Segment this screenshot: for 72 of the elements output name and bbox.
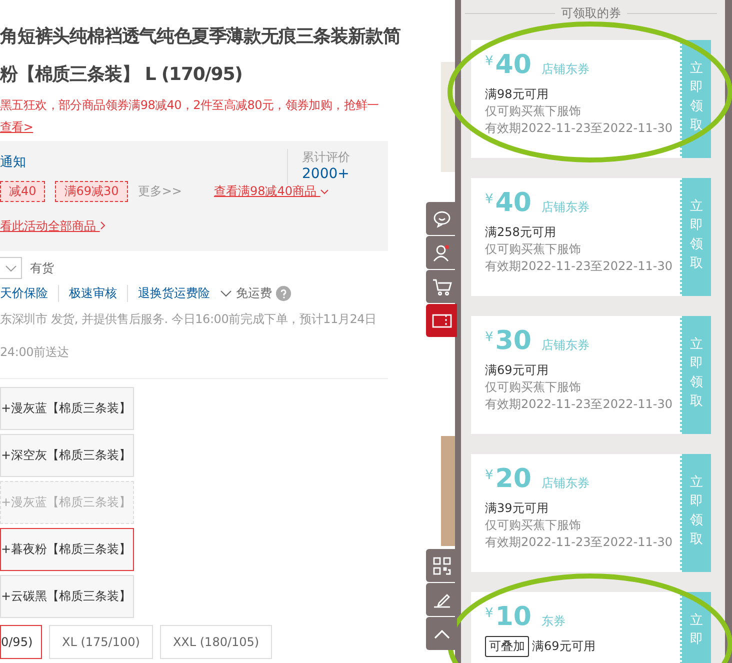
cart-button[interactable]: [426, 270, 457, 303]
reviews-count[interactable]: 2000+: [302, 166, 388, 182]
stock-status: 有货: [30, 260, 54, 276]
service-link[interactable]: 极速审核: [58, 285, 127, 302]
user-icon: [432, 244, 450, 262]
coupon-type: 店铺东券: [541, 337, 590, 354]
currency-symbol: ¥: [485, 468, 494, 483]
ticket-icon: [432, 314, 452, 328]
size-option[interactable]: XL (175/100): [49, 625, 153, 659]
pencil-icon: [432, 592, 450, 608]
coupon-condition: 满69元可用: [532, 638, 596, 655]
coupon-scope: 仅可购买蕉下服饰: [485, 379, 582, 396]
view-products-link[interactable]: 查看满98减40商品: [214, 183, 330, 200]
product-thumbnail[interactable]: [441, 436, 455, 546]
free-shipping-text: 免运费: [236, 285, 272, 302]
service-link[interactable]: 天价保险: [0, 285, 58, 302]
user-button[interactable]: [426, 236, 457, 269]
coupon-condition: 满69元可用: [485, 362, 550, 379]
coupon-amount: 20: [495, 464, 532, 494]
color-option[interactable]: +云碳黑【棉质三条装】: [0, 575, 134, 618]
coupon-amount: 30: [495, 326, 532, 356]
qr-code-icon: [432, 556, 450, 574]
discount-tag[interactable]: 减40: [0, 181, 46, 202]
chevron-down-icon: [320, 189, 330, 195]
chevron-down-icon: [4, 264, 16, 272]
coupon-validity: 有效期2022-11-23至2022-11-30: [485, 396, 674, 413]
size-option[interactable]: 0/95): [0, 625, 42, 659]
reviews-label: 累计评价: [302, 149, 351, 166]
chevron-right-icon: [100, 221, 106, 230]
notice-link[interactable]: 通知: [0, 155, 26, 170]
shipping-info: 东深圳市 发货, 并提供售后服务. 今日16:00前完成下单，预计11月24日: [0, 311, 378, 328]
all-products-link[interactable]: 看此活动全部商品: [0, 218, 106, 235]
color-option[interactable]: +深空灰【棉质三条装】: [0, 434, 134, 477]
drawer-title: 可领取的券: [561, 4, 621, 22]
coupon-validity: 有效期2022-11-23至2022-11-30: [485, 534, 674, 551]
qr-button[interactable]: [426, 549, 457, 582]
coupon-condition: 满98元可用: [485, 86, 550, 103]
product-title: 粉【棉质三条装】 L (170/95): [0, 63, 244, 87]
coupon-type: 店铺东券: [541, 199, 590, 216]
cart-icon: [432, 278, 452, 296]
size-option[interactable]: XXL (180/105): [160, 625, 272, 659]
coupon-button[interactable]: [426, 304, 457, 337]
chat-button[interactable]: [426, 202, 457, 235]
coupon-validity: 有效期2022-11-23至2022-11-30: [485, 258, 674, 275]
coupon-amount: 40: [495, 188, 532, 218]
coupon-scope: 仅可购买蕉下服饰: [485, 103, 582, 120]
edit-button[interactable]: [426, 583, 457, 616]
currency-symbol: ¥: [485, 330, 494, 345]
shipping-info: 24:00前送达: [0, 344, 70, 361]
coupon-condition: 满39元可用: [485, 500, 550, 517]
coupon-type: 店铺东券: [541, 475, 590, 492]
currency-symbol: ¥: [485, 54, 494, 69]
coupon-validity: 有效期2022-11-23至2022-11-30: [485, 120, 674, 137]
coupon-amount: 40: [495, 50, 532, 80]
color-option[interactable]: +暮夜粉【棉质三条装】: [0, 528, 134, 571]
coupon-type: 东券: [541, 613, 566, 630]
chat-icon: [432, 210, 450, 228]
promo-text: 黑五狂欢，部分商品领券满98减40，2件至高减80元，领券加购，抢鲜一: [0, 98, 379, 112]
coupon-amount: 10: [495, 602, 532, 632]
currency-symbol: ¥: [485, 192, 494, 207]
top-button[interactable]: [426, 617, 457, 650]
discount-tag[interactable]: 满69减30: [55, 181, 128, 202]
coupon-type: 店铺东券: [541, 61, 590, 78]
stackable-badge: 可叠加: [485, 636, 529, 657]
view-link[interactable]: 查看>: [0, 120, 34, 134]
color-option[interactable]: +漫灰蓝【棉质三条装】: [0, 387, 134, 430]
service-link[interactable]: 退换货运费险: [127, 285, 220, 302]
coupon-scope: 仅可购买蕉下服饰: [485, 517, 582, 534]
coupon-scope: 仅可购买蕉下服饰: [485, 241, 582, 258]
chevron-down-icon: [220, 290, 232, 297]
coupon-condition: 满258元可用: [485, 224, 557, 241]
currency-symbol: ¥: [485, 606, 494, 621]
